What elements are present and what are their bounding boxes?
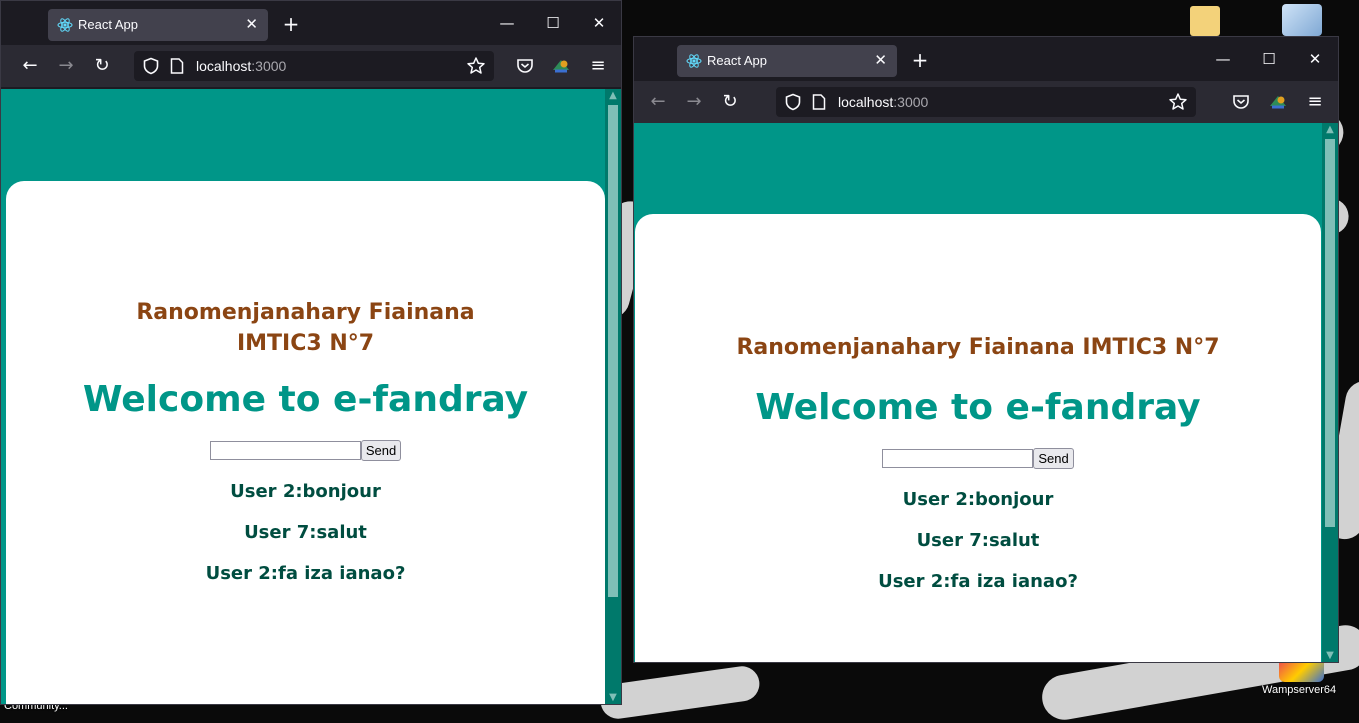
author-heading: Ranomenjanahary Fiainana IMTIC3 N°7 [736, 335, 1220, 360]
pocket-icon[interactable] [1232, 94, 1250, 110]
url-bar[interactable]: localhost:3000 [134, 51, 494, 81]
scroll-up-icon[interactable]: ▲ [1322, 123, 1338, 137]
message-form: Send [635, 448, 1321, 469]
maximize-icon[interactable]: ☐ [541, 11, 565, 35]
back-arrow-icon[interactable]: ← [18, 54, 42, 78]
scroll-thumb[interactable] [608, 105, 618, 597]
scroll-thumb[interactable] [1325, 139, 1335, 527]
maximize-icon[interactable]: ☐ [1257, 47, 1281, 71]
url-text[interactable]: localhost:3000 [196, 58, 286, 74]
navigation-toolbar: ← → ↻ localhost:3000 ≡ [634, 81, 1338, 123]
url-host: localhost [838, 94, 894, 110]
bookmark-star-icon[interactable] [1168, 92, 1188, 112]
reload-icon[interactable]: ↻ [90, 54, 114, 78]
new-tab-button[interactable]: + [279, 12, 303, 36]
shield-icon[interactable] [784, 93, 802, 111]
hamburger-menu-icon[interactable]: ≡ [586, 54, 610, 78]
bookmark-star-icon[interactable] [466, 56, 486, 76]
url-text[interactable]: localhost:3000 [838, 94, 928, 110]
vertical-scrollbar[interactable]: ▲ ▼ [1322, 123, 1338, 662]
url-port: :3000 [251, 58, 287, 74]
navigation-toolbar: ← → ↻ localhost:3000 ≡ [1, 45, 621, 87]
welcome-title: Welcome to e-fandray [82, 379, 529, 420]
message-input[interactable] [882, 449, 1034, 468]
scroll-down-icon[interactable]: ▼ [605, 691, 621, 704]
minimize-icon[interactable]: — [1211, 47, 1235, 71]
scroll-up-icon[interactable]: ▲ [605, 89, 621, 103]
minimize-icon[interactable]: — [495, 11, 519, 35]
scroll-down-icon[interactable]: ▼ [1322, 649, 1338, 662]
hamburger-menu-icon[interactable]: ≡ [1303, 90, 1327, 114]
new-tab-button[interactable]: + [908, 48, 932, 72]
send-button[interactable]: Send [1033, 448, 1074, 469]
message-item: User 7:salut [244, 522, 367, 543]
chat-card: Ranomenjanahary Fiainana IMTIC3 N°7 Welc… [635, 214, 1321, 662]
folder-icon[interactable] [1190, 6, 1220, 36]
tab-title: React App [707, 53, 767, 68]
tab-react-app[interactable]: React App ✕ [48, 9, 268, 41]
message-item: User 2:bonjour [230, 481, 381, 502]
browser-window-left: React App ✕ + — ☐ ✕ ← → ↻ localhost:3000… [0, 0, 622, 705]
extension-icon[interactable] [552, 58, 570, 74]
close-window-icon[interactable]: ✕ [1303, 47, 1327, 71]
chat-card: Ranomenjanahary Fiainana IMTIC3 N°7 Welc… [6, 181, 605, 704]
message-item: User 2:fa iza ianao? [205, 563, 406, 584]
message-item: User 2:fa iza ianao? [878, 571, 1078, 592]
back-arrow-icon[interactable]: ← [646, 90, 670, 114]
react-icon [57, 18, 73, 32]
react-icon [686, 54, 702, 68]
browser-window-right: React App ✕ + — ☐ ✕ ← → ↻ localhost:3000… [633, 36, 1339, 663]
close-window-icon[interactable]: ✕ [587, 11, 611, 35]
close-tab-icon[interactable]: ✕ [874, 51, 887, 69]
wampserver-label[interactable]: Wampserver64 [1262, 684, 1336, 696]
page-icon [812, 94, 826, 110]
close-tab-icon[interactable]: ✕ [245, 15, 258, 33]
reload-icon[interactable]: ↻ [718, 90, 742, 114]
page-viewport: Ranomenjanahary Fiainana IMTIC3 N°7 Welc… [634, 123, 1338, 662]
forward-arrow-icon[interactable]: → [54, 54, 78, 78]
vertical-scrollbar[interactable]: ▲ ▼ [605, 89, 621, 704]
page-icon [170, 58, 184, 74]
forward-arrow-icon[interactable]: → [682, 90, 706, 114]
url-host: localhost [196, 58, 252, 74]
tab-strip: React App ✕ + — ☐ ✕ [634, 37, 1338, 81]
message-item: User 7:salut [916, 530, 1040, 551]
send-button[interactable]: Send [360, 440, 402, 461]
pocket-icon[interactable] [516, 58, 534, 74]
url-port: :3000 [893, 94, 929, 110]
page-viewport: Ranomenjanahary Fiainana IMTIC3 N°7 Welc… [1, 89, 621, 704]
extension-icon[interactable] [1269, 94, 1287, 110]
tab-strip: React App ✕ + — ☐ ✕ [1, 1, 621, 45]
virtualbox-icon[interactable] [1282, 4, 1322, 36]
message-input[interactable] [209, 441, 361, 460]
shield-icon[interactable] [142, 57, 160, 75]
tab-title: React App [78, 17, 138, 32]
welcome-title: Welcome to e-fandray [755, 387, 1201, 428]
author-heading: Ranomenjanahary Fiainana IMTIC3 N°7 [136, 300, 475, 356]
message-form: Send [6, 440, 605, 461]
message-item: User 2:bonjour [902, 489, 1054, 510]
url-bar[interactable]: localhost:3000 [776, 87, 1196, 117]
desktop-stripe [598, 664, 762, 721]
tab-react-app[interactable]: React App ✕ [677, 45, 897, 77]
